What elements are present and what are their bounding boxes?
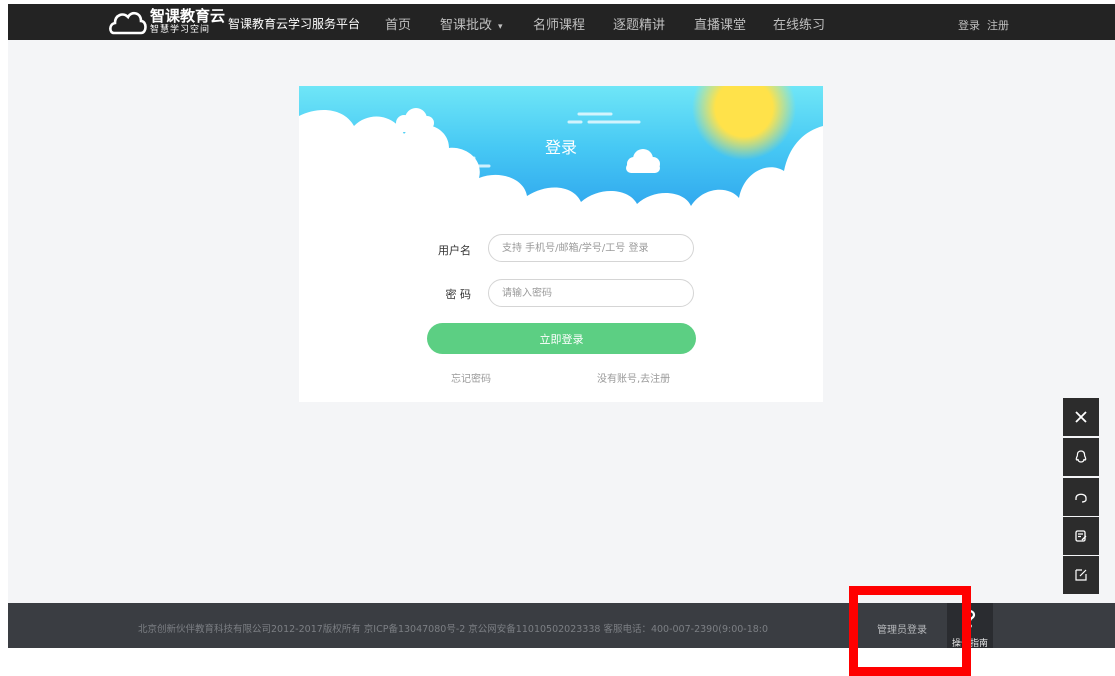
password-input[interactable]: [488, 279, 694, 307]
nav-item-home[interactable]: 首页: [385, 14, 411, 33]
platform-name: 智课教育云学习服务平台: [228, 17, 361, 31]
go-register-link[interactable]: 没有账号,去注册: [597, 370, 670, 385]
nav-item-practice[interactable]: 在线练习: [773, 14, 825, 33]
nav-item-label: 名师课程: [533, 18, 586, 33]
nav-item-label: 在线练习: [773, 18, 826, 33]
headset-icon: [1075, 493, 1087, 503]
nav-item-courses[interactable]: 名师课程: [533, 14, 585, 33]
nav-item-grading[interactable]: 智课批改 ▾: [440, 14, 503, 33]
nav-item-explanations[interactable]: 逐题精讲: [613, 14, 665, 33]
feedback-icon: [1075, 530, 1087, 542]
nav-item-label: 智课批改: [440, 18, 493, 33]
side-edit-button[interactable]: [1063, 556, 1099, 594]
username-input[interactable]: [488, 234, 694, 262]
nav-item-label: 首页: [385, 18, 412, 33]
nav-item-label: 直播课堂: [694, 18, 747, 33]
logo-subtitle: 智慧学习空间: [150, 25, 211, 35]
edit-icon: [1075, 569, 1087, 581]
footer-copyright: 北京创新伙伴教育科技有限公司2012-2017版权所有 京ICP备1304708…: [138, 624, 769, 635]
login-submit-button[interactable]: 立即登录: [427, 323, 696, 354]
cloud-logo-icon: [109, 11, 147, 35]
qq-icon: [1075, 450, 1087, 463]
side-qq-button[interactable]: [1063, 438, 1099, 476]
nav-item-label: 逐题精讲: [613, 18, 666, 33]
side-support-button[interactable]: [1063, 478, 1099, 516]
side-close-button[interactable]: [1063, 398, 1099, 436]
login-card: 登录 用户名 密 码 立即登录 忘记密码 没有账号,去注册: [299, 86, 823, 402]
login-link[interactable]: 登录: [958, 17, 980, 33]
chevron-down-icon: ▾: [498, 22, 503, 32]
logo[interactable]: 智课教育云 智慧学习空间: [108, 7, 225, 37]
password-label: 密 码: [445, 288, 472, 301]
side-feedback-button[interactable]: [1063, 517, 1099, 555]
logo-title: 智课教育云: [150, 7, 226, 25]
register-link[interactable]: 注册: [987, 17, 1009, 33]
highlight-box: [849, 586, 971, 676]
close-icon: [1075, 411, 1087, 423]
login-title: 登录: [544, 138, 577, 157]
forgot-password-link[interactable]: 忘记密码: [451, 370, 491, 385]
top-navbar: 智课教育云 智慧学习空间 智课教育云学习服务平台 首页 智课批改 ▾ 名师课程 逐…: [8, 4, 1115, 40]
username-label: 用户名: [438, 244, 471, 257]
nav-item-live[interactable]: 直播课堂: [694, 14, 746, 33]
